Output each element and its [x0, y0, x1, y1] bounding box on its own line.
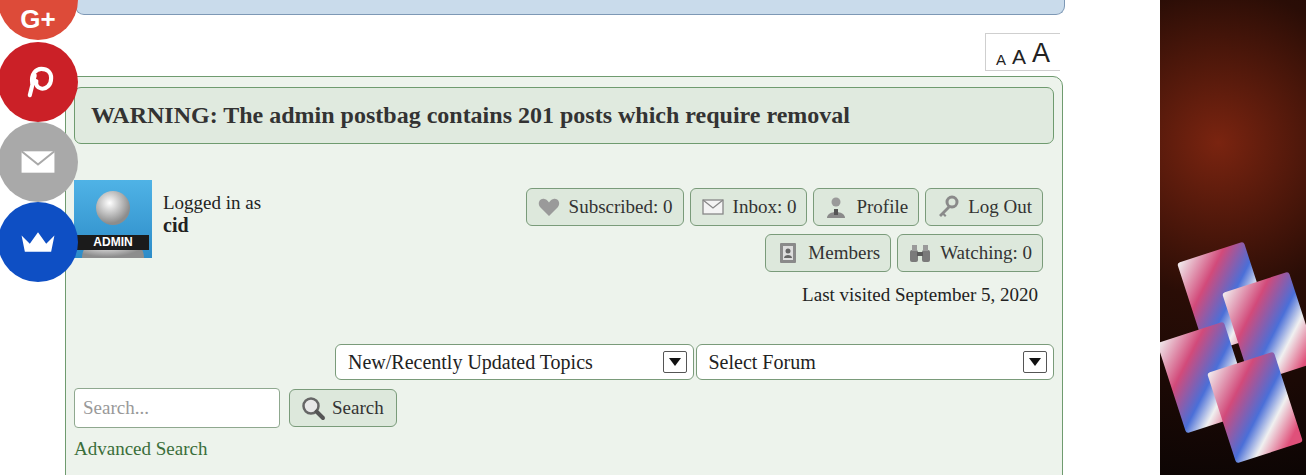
button-label: Watching: 0	[940, 242, 1032, 264]
search-input[interactable]	[74, 388, 280, 428]
font-size-option[interactable]: A	[996, 52, 1006, 67]
main-area: AAAWARNING: The admin postbag contains 2…	[0, 0, 1160, 475]
user-avatar[interactable]: ADMIN	[74, 180, 152, 258]
heart-icon	[537, 195, 561, 219]
share-button[interactable]	[0, 42, 78, 122]
button-row: Subscribed: 0 Inbox: 0 Profile Log Out	[526, 188, 1043, 226]
topics-select[interactable]: New/Recently Updated Topics	[335, 344, 694, 380]
dropdown-arrow	[1023, 351, 1047, 373]
logged-in-label: Logged in as	[163, 192, 261, 213]
user-row: ADMIN Logged in ascid Subscribed: 0 Inbox: …	[74, 180, 1054, 272]
user-button[interactable]: Watching: 0	[897, 234, 1043, 272]
user-info: ADMIN Logged in ascid	[74, 180, 261, 272]
button-label: Log Out	[968, 196, 1032, 218]
avatar-label: ADMIN	[77, 235, 149, 250]
button-label: Inbox: 0	[733, 196, 797, 218]
advanced-search-link[interactable]: Advanced Search	[74, 438, 1054, 460]
button-label: Profile	[856, 196, 908, 218]
font-size-control: AAA	[985, 33, 1060, 71]
select-row: New/Recently Updated Topics Select Forum	[74, 344, 1054, 380]
select-value: New/Recently Updated Topics	[348, 351, 593, 374]
button-label: Subscribed: 0	[569, 196, 673, 218]
user-button[interactable]: Profile	[813, 188, 919, 226]
login-status: Logged in ascid	[163, 180, 261, 236]
forum-content: AAAWARNING: The admin postbag contains 2…	[65, 0, 1063, 475]
top-bar	[75, 0, 1065, 15]
pinterest-icon	[15, 59, 61, 105]
select-value: Select Forum	[709, 351, 816, 374]
magnifier-icon	[300, 395, 326, 421]
button-label: Members	[808, 242, 880, 264]
share-button[interactable]: G+	[0, 0, 78, 40]
share-button[interactable]	[0, 202, 78, 282]
members-icon	[776, 241, 800, 265]
envelope-icon	[701, 195, 725, 219]
forum-select[interactable]: Select Forum	[696, 344, 1055, 380]
advertisement-image[interactable]	[1160, 0, 1306, 475]
warning-banner: WARNING: The admin postbag contains 201 …	[74, 87, 1054, 144]
key-icon	[936, 195, 960, 219]
user-button[interactable]: Inbox: 0	[690, 188, 808, 226]
share-button[interactable]	[0, 122, 78, 202]
font-size-option[interactable]: A	[1012, 46, 1026, 67]
crown-icon	[15, 219, 61, 265]
button-row: Members Watching: 0	[765, 234, 1043, 272]
forum-panel: WARNING: The admin postbag contains 201 …	[65, 76, 1063, 475]
triangle-down-icon	[1029, 358, 1041, 366]
font-size-option[interactable]: A	[1032, 40, 1050, 67]
user-button[interactable]: Members	[765, 234, 891, 272]
dropdown-arrow	[663, 351, 687, 373]
username: cid	[163, 214, 261, 236]
user-actions: Subscribed: 0 Inbox: 0 Profile Log Out Membe…	[526, 180, 1054, 272]
search-button-label: Search	[332, 397, 384, 419]
user-button[interactable]: Log Out	[925, 188, 1043, 226]
envelope-icon	[15, 139, 61, 185]
triangle-down-icon	[669, 358, 681, 366]
person-icon	[824, 195, 848, 219]
last-visited: Last visited September 5, 2020	[74, 284, 1054, 306]
search-row: Search	[74, 388, 1054, 428]
binoculars-icon	[908, 241, 932, 265]
share-label: G+	[20, 4, 55, 35]
user-button[interactable]: Subscribed: 0	[526, 188, 684, 226]
search-button[interactable]: Search	[289, 389, 397, 427]
